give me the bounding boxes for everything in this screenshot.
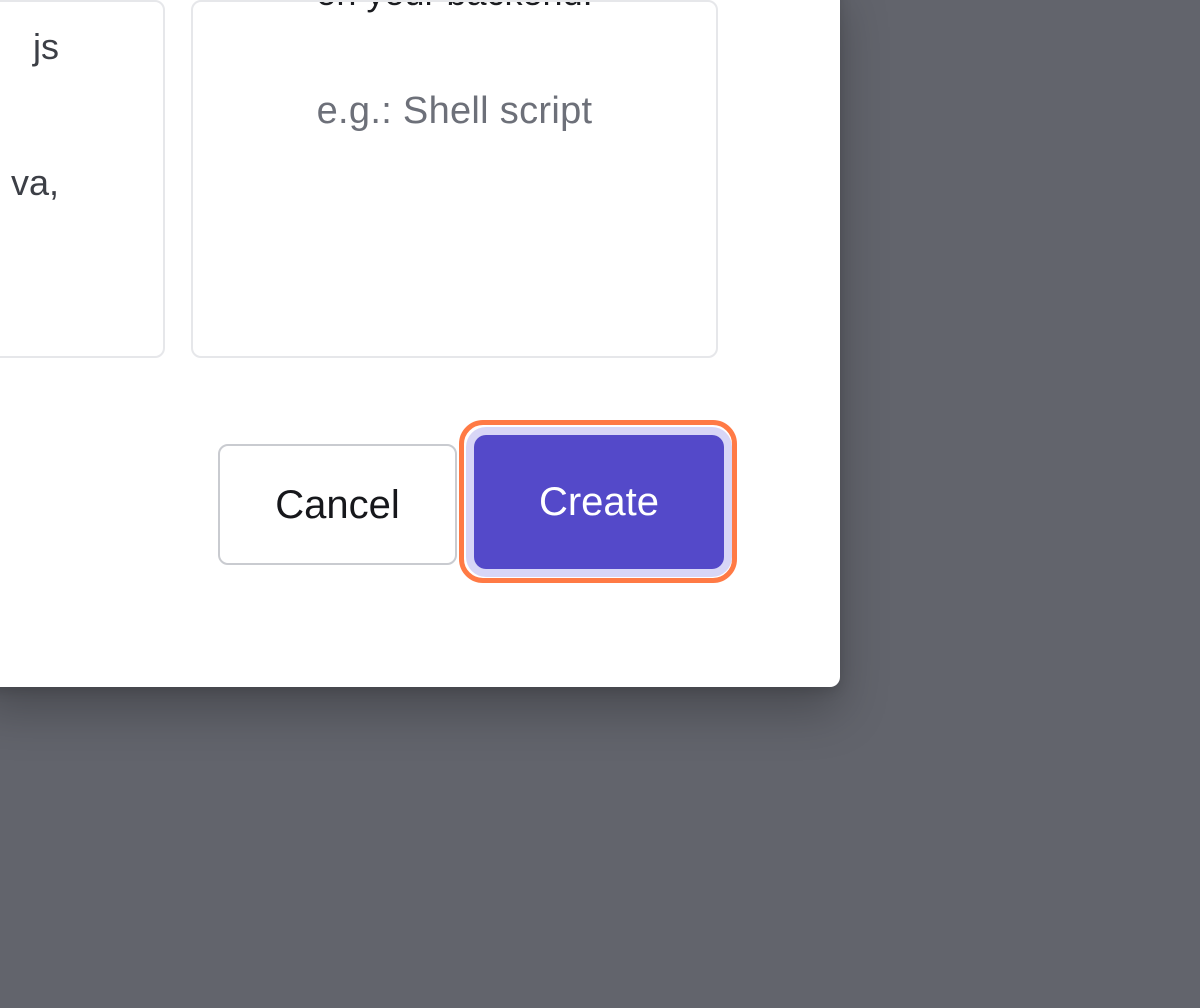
option-card-custom[interactable]: on your backend. e.g.: Shell script bbox=[191, 0, 718, 358]
option-card-left-text-line-2: va, bbox=[10, 162, 59, 203]
create-button[interactable]: Create bbox=[474, 435, 724, 569]
cancel-button[interactable]: Cancel bbox=[218, 444, 457, 565]
option-card-description: on your backend. bbox=[193, 2, 716, 14]
option-card-left-text-line-1: js bbox=[33, 26, 59, 67]
create-button-label: Create bbox=[538, 480, 660, 524]
option-card-left[interactable]: js va, bbox=[0, 0, 165, 358]
option-card-example: e.g.: Shell script bbox=[316, 90, 593, 132]
cancel-button-label: Cancel bbox=[275, 482, 400, 527]
